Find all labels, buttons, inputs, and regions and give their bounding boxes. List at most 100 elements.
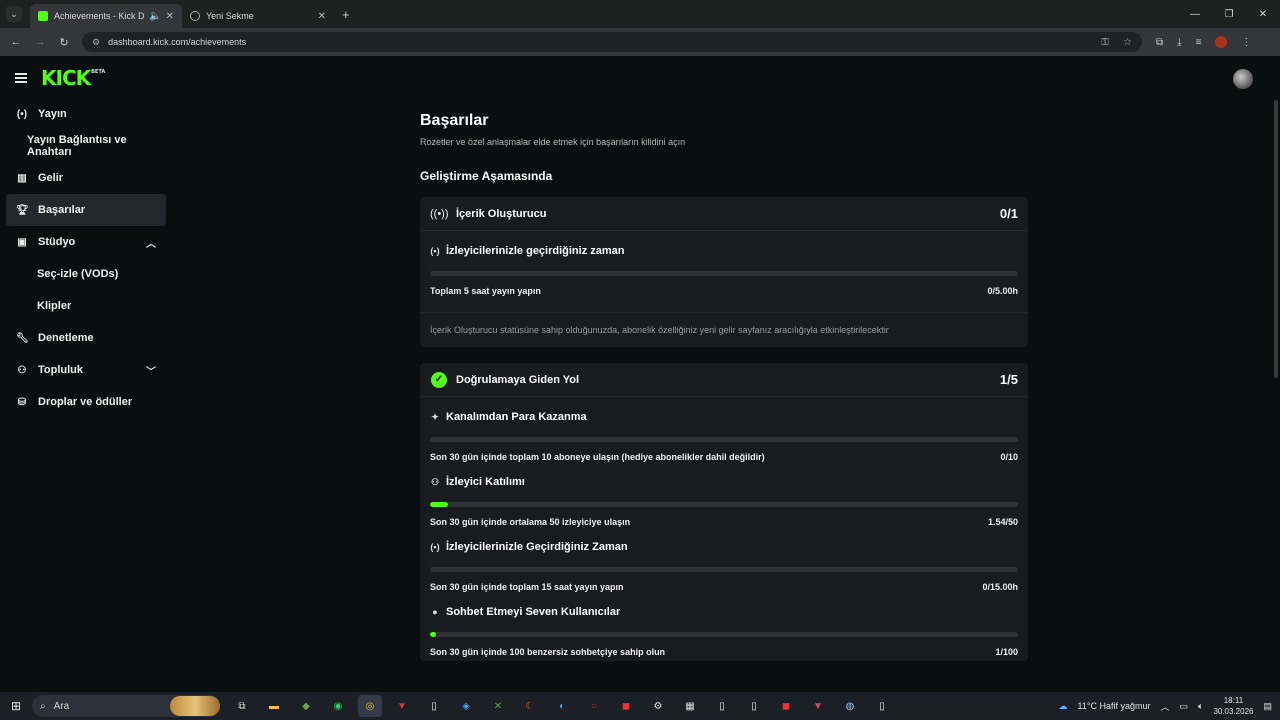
sidebar-item-label: Stüdyo [38, 236, 76, 248]
close-tab-icon[interactable]: ✕ [318, 11, 326, 22]
chart-icon: ▥ [17, 172, 27, 184]
restore-icon[interactable]: ❐ [1212, 9, 1246, 20]
dashboard-header: KICKBETA [0, 56, 1280, 100]
whatsapp-icon[interactable]: ◉ [326, 695, 350, 717]
network-icon[interactable]: ▭ [1180, 701, 1189, 712]
steam-icon[interactable]: ◍ [838, 695, 862, 717]
hamburger-menu-icon[interactable] [15, 73, 27, 83]
speaker-icon[interactable]: 🔈 [149, 11, 161, 22]
broadcast-icon: (•) [16, 108, 28, 120]
achievement-card-verification: ✓ Doğrulamaya Giden Yol 1/5 ✦ Kanalımdan … [420, 363, 1028, 661]
card-note: İçerik Oluşturucu statüsüne sahip olduğu… [420, 312, 1028, 347]
achievement-title: Sohbet Etmeyi Seven Kullanıcılar [446, 606, 621, 618]
app-v2-icon[interactable]: ▼ [806, 695, 830, 717]
sparkle-icon: ✦ [431, 411, 439, 422]
password-key-icon[interactable]: ⚿ [1101, 37, 1109, 48]
notification-icon[interactable]: ▤ [1263, 701, 1272, 712]
app-v-icon[interactable]: ▼ [390, 695, 414, 717]
kick-logo[interactable]: KICKBETA [41, 66, 105, 90]
sidebar-item-topluluk[interactable]: ⚇ Topluluk ﹀ [6, 354, 166, 386]
sidebar-item-vods[interactable]: Seç-izle (VODs) [6, 258, 166, 290]
file-explorer-icon[interactable]: ▬ [262, 695, 286, 717]
page-scrollbar[interactable] [1274, 100, 1278, 378]
xbox-icon[interactable]: ✕ [486, 695, 510, 717]
achievement-title: İzleyici Katılımı [446, 476, 525, 488]
close-window-icon[interactable]: ✕ [1246, 9, 1280, 20]
main-content: Başarılar Rozetler ve özel anlaşmalar el… [420, 112, 1028, 661]
media-controls-icon[interactable]: ≡ [1196, 37, 1202, 48]
edge-icon[interactable]: ◐ [550, 695, 574, 717]
minimize-icon[interactable]: — [1178, 9, 1212, 20]
download-icon[interactable]: ⤓ [1177, 37, 1181, 48]
sidebar-item-yayin[interactable]: (•) Yayın [6, 98, 166, 130]
chevron-up-icon[interactable]: ︿ [146, 235, 156, 250]
sidebar-item-label: Yayın Bağlantısı ve Anahtarı [27, 134, 127, 158]
opera-icon[interactable]: ○ [582, 695, 606, 717]
sidebar-item-basarilar[interactable]: 🏆︎ Başarılar [6, 194, 166, 226]
sidebar-item-gelir[interactable]: ▥ Gelir [6, 162, 166, 194]
site-info-icon[interactable]: ⚙ [92, 37, 100, 48]
weather-icon[interactable]: ☁ [1059, 701, 1068, 712]
achievement-progress: 1/100 [995, 647, 1018, 657]
sidebar-item-denetleme[interactable]: 🔧︎ Denetleme [6, 322, 166, 354]
settings-icon[interactable]: ⚙ [646, 695, 670, 717]
chrome-icon[interactable]: ◎ [358, 695, 382, 717]
profile-avatar-icon[interactable] [1215, 36, 1228, 48]
app-red2-icon[interactable]: ◼ [774, 695, 798, 717]
reload-icon[interactable]: ↻ [52, 36, 76, 49]
verified-badge-icon: ✓ [430, 371, 448, 388]
tab-search-chevron-icon[interactable]: ⌄ [6, 6, 22, 22]
user-avatar[interactable] [1233, 69, 1253, 89]
extensions-icon[interactable]: ⧉ [1156, 37, 1163, 48]
tab-achievements[interactable]: Achievements - Kick Dashb 🔈 ✕ [30, 4, 182, 28]
document3-icon[interactable]: ▯ [870, 695, 894, 717]
close-tab-icon[interactable]: ✕ [166, 11, 174, 22]
app-grid-icon[interactable]: ▦ [678, 695, 702, 717]
sidebar-item-klipler[interactable]: Klipler [6, 290, 166, 322]
achievement-progress: 1.54/50 [987, 517, 1018, 527]
broadcast-icon: ((•)) [430, 207, 449, 220]
achievement-item: ● Sohbet Etmeyi Seven Kullanıcılar Son 30… [420, 596, 1028, 661]
chevron-down-icon[interactable]: ﹀ [146, 363, 156, 378]
url-bar[interactable]: ⚙ dashboard.kick.com/achievements ⚿ ☆ [82, 32, 1142, 52]
browser-menu-icon[interactable]: ⋮ [1241, 37, 1251, 48]
clock[interactable]: 18:11 30.03.2026 [1213, 695, 1253, 717]
achievement-title: İzleyicilerinizle geçirdiğiniz zaman [446, 245, 625, 257]
achievement-desc: Son 30 gün içinde toplam 15 saat yayın y… [430, 582, 624, 592]
studio-icon: ▣ [17, 236, 27, 248]
minecraft-icon[interactable]: ◆ [294, 695, 318, 717]
taskbar-search[interactable]: ⌕ Ara [32, 695, 220, 717]
achievement-desc: Toplam 5 saat yayın yapın [430, 286, 541, 296]
achievement-desc: Son 30 gün içinde 100 benzersiz sohbetçi… [430, 647, 666, 657]
globe-icon [190, 11, 200, 21]
sidebar-item-studyo[interactable]: ▣ Stüdyo ︿ [6, 226, 166, 258]
sidebar-item-stream-key[interactable]: Yayın Bağlantısı ve Anahtarı [6, 130, 166, 162]
new-tab-icon[interactable]: + [342, 7, 350, 22]
sidebar-item-droplar[interactable]: ⛁ Droplar ve ödüller [6, 386, 166, 418]
bookmark-star-icon[interactable]: ☆ [1123, 37, 1132, 48]
task-view-icon[interactable]: ⧉ [230, 695, 254, 717]
weather-text[interactable]: 11°C Hafif yağmur [1078, 701, 1151, 711]
notepad-icon[interactable]: ▯ [422, 695, 446, 717]
tray-chevron-icon[interactable]: ︿ [1161, 700, 1170, 713]
viewers-icon: ⚇ [430, 476, 440, 487]
windows-start-icon[interactable]: ⊞ [0, 699, 32, 713]
broadcast-icon: (•) [430, 246, 440, 256]
volume-icon[interactable]: 🔈︎ [1198, 701, 1203, 712]
app-red-icon[interactable]: ◼ [614, 695, 638, 717]
sidebar-item-label: Topluluk [38, 364, 84, 376]
moon-icon[interactable]: ☾ [518, 695, 542, 717]
tab-new[interactable]: Yeni Sekme ✕ [182, 4, 334, 28]
back-icon[interactable]: ← [4, 36, 28, 48]
search-icon: ⌕ [40, 700, 46, 712]
tab-title: Yeni Sekme [206, 11, 254, 21]
card-title: Doğrulamaya Giden Yol [456, 373, 580, 386]
progress-bar [430, 271, 1018, 276]
forward-icon[interactable]: → [28, 36, 52, 48]
progress-fill [430, 632, 436, 637]
document2-icon[interactable]: ▯ [742, 695, 766, 717]
sidebar-item-label: Denetleme [38, 332, 94, 344]
document-icon[interactable]: ▯ [710, 695, 734, 717]
achievement-desc: Son 30 gün içinde ortalama 50 izleyiciye… [430, 517, 631, 527]
photos-icon[interactable]: ◈ [454, 695, 478, 717]
